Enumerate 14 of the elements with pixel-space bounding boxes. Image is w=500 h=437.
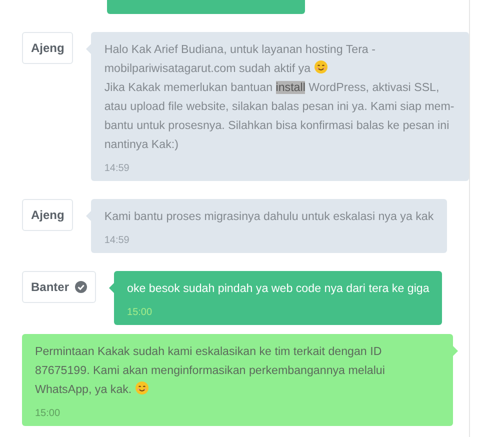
message-time: 14:59 <box>104 235 130 247</box>
sender-label: Ajeng <box>22 199 74 231</box>
message-text: Kami bantu proses migrasinya dahulu untuk eskalasi nya ya kak <box>104 209 434 225</box>
message-text: Permintaan Kakak sudah kami eskalasikan ke tim terkait dengan ID 87675199. Kami akan menginformasikan perkembangannya melalui WhatsApp, ya kak. <box>35 344 386 398</box>
message-time: 15:00 <box>127 307 154 319</box>
message-text: oke besok sudah pindah ya web code nya dari tera ke giga <box>127 281 430 297</box>
message-time: 15:00 <box>35 408 62 420</box>
sender-label: Ajeng <box>22 32 74 64</box>
smiley-icon <box>314 60 328 74</box>
message-text: Halo Kak Arief Budiana, untuk layanan hosting Tera - mobilpariwisatagarut.com sudah aktif ya Jika Kakak memerlukan bantuan install WordPress, aktivasi SSL, atau upload file website, silakan balas pesan ini ya. Kami siap mem-bantu untuk prosesnya. Silahkan bisa konfirmasi balas ke pesan ini nantinya Kak:) <box>104 42 456 153</box>
check-icon <box>75 281 88 293</box>
sender-label: Banter <box>22 271 96 303</box>
message-time: 14:59 <box>104 163 130 175</box>
smiley-icon <box>134 381 149 395</box>
